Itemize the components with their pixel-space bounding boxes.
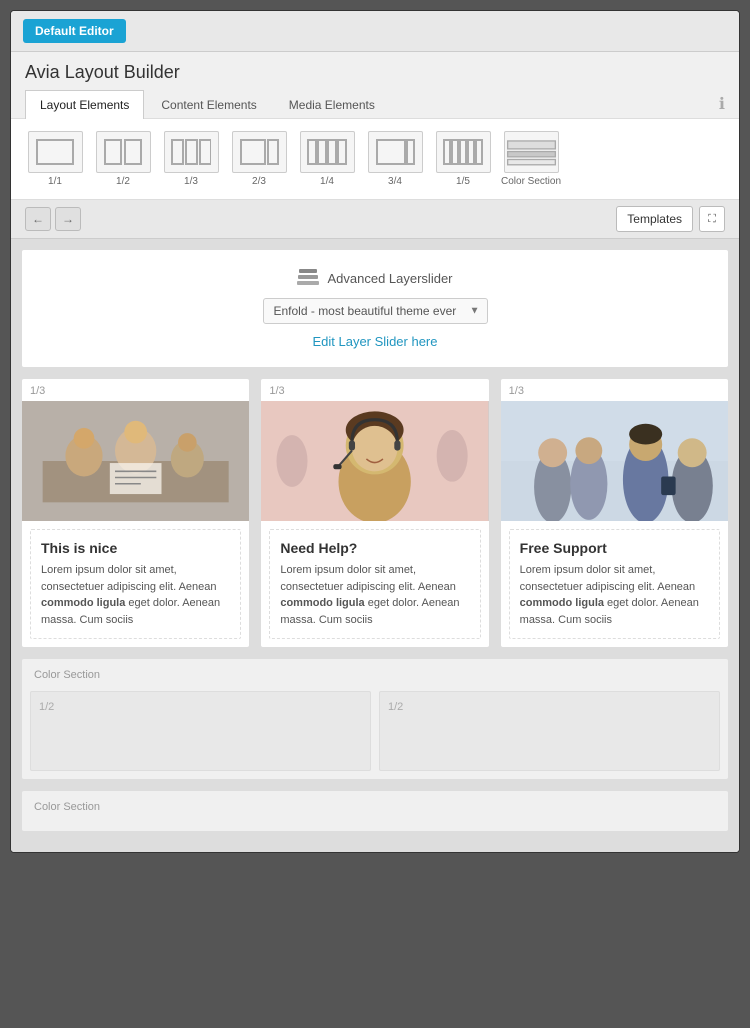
edit-layer-slider-link[interactable]: Edit Layer Slider here [312,334,437,349]
element-1-1-label: 1/1 [48,176,62,187]
tab-layout-elements[interactable]: Layout Elements [25,90,144,119]
col-2-text-area: Need Help? Lorem ipsum dolor sit amet, c… [269,529,480,639]
color-section-1-label: Color Section [30,667,720,683]
col-1-label: 1/3 [22,379,249,401]
col-1-image [22,401,249,521]
builder-title: Avia Layout Builder [11,52,739,89]
tab-media-elements[interactable]: Media Elements [274,90,390,119]
element-1-2-label: 1/2 [116,176,130,187]
element-1-1[interactable]: 1/1 [25,131,85,187]
element-2-3[interactable]: 2/3 [229,131,289,187]
element-1-4-icon [300,131,355,173]
col-3-title: Free Support [520,540,709,556]
als-header: Advanced Layerslider [42,268,708,288]
element-1-3-label: 1/3 [184,176,198,187]
element-1-5-icon [436,131,491,173]
element-1-5-label: 1/5 [456,176,470,187]
element-3-4-label: 3/4 [388,176,402,187]
col-2-title: Need Help? [280,540,469,556]
redo-button[interactable]: → [55,207,81,231]
element-1-3[interactable]: 1/3 [161,131,221,187]
col-1-text-area: This is nice Lorem ipsum dolor sit amet,… [30,529,241,639]
element-1-4[interactable]: 1/4 [297,131,357,187]
element-1-2-icon [96,131,151,173]
col-1-body: Lorem ipsum dolor sit amet, consectetuer… [41,562,230,628]
expand-button[interactable]: ⛶ [699,206,725,232]
color-section-2: Color Section [21,790,729,832]
element-2-3-label: 2/3 [252,176,266,187]
color-section-1-col-2-label: 1/2 [388,701,403,713]
layerslider-section: Advanced Layerslider Enfold - most beaut… [21,249,729,368]
col-2-label: 1/3 [261,379,488,401]
col-1-title: This is nice [41,540,230,556]
templates-button[interactable]: Templates [616,206,693,232]
color-section-1: Color Section 1/2 1/2 [21,658,729,780]
layerslider-select[interactable]: Enfold - most beautiful theme ever [263,298,488,324]
col-3-body: Lorem ipsum dolor sit amet, consectetuer… [520,562,709,628]
element-1-4-label: 1/4 [320,176,334,187]
element-color-section-icon [504,131,559,173]
als-select-wrapper: Enfold - most beautiful theme ever ▼ [263,298,488,324]
element-1-1-icon [28,131,83,173]
col-2-image [261,401,488,521]
col-3-image [501,401,728,521]
column-card-3: 1/3 [500,378,729,648]
tabs-row: Layout Elements Content Elements Media E… [11,89,739,119]
col-3-image-svg [501,401,728,521]
layerslider-icon [297,268,319,288]
column-card-2: 1/3 [260,378,489,648]
element-1-5[interactable]: 1/5 [433,131,493,187]
als-edit-link-container: Edit Layer Slider here [42,334,708,349]
toolbar-right: Templates ⛶ [616,206,725,232]
undo-button[interactable]: ← [25,207,51,231]
color-section-1-col-2: 1/2 [379,691,720,771]
col-2-body: Lorem ipsum dolor sit amet, consectetuer… [280,562,469,628]
col-3-label: 1/3 [501,379,728,401]
elements-bar: 1/1 1/2 1/3 2/3 1/4 [11,119,739,200]
canvas: Advanced Layerslider Enfold - most beaut… [11,239,739,852]
als-dropdown-wrapper: Enfold - most beautiful theme ever ▼ [42,298,708,324]
element-color-section[interactable]: Color Section [501,131,561,187]
main-window: Default Editor Avia Layout Builder Layou… [10,10,740,853]
col-2-image-svg [261,401,488,521]
default-editor-button[interactable]: Default Editor [23,19,126,43]
color-section-2-label: Color Section [30,799,720,815]
element-3-4-icon [368,131,423,173]
top-bar: Default Editor [11,11,739,52]
col-1-image-svg [22,401,249,521]
color-section-1-col-1: 1/2 [30,691,371,771]
element-1-3-icon [164,131,219,173]
element-1-2[interactable]: 1/2 [93,131,153,187]
info-icon[interactable]: ℹ [719,94,725,114]
history-buttons: ← → [25,207,81,231]
element-3-4[interactable]: 3/4 [365,131,425,187]
three-column-section: 1/3 [21,378,729,648]
column-card-1: 1/3 [21,378,250,648]
element-2-3-icon [232,131,287,173]
als-title: Advanced Layerslider [327,271,452,286]
col-3-text-area: Free Support Lorem ipsum dolor sit amet,… [509,529,720,639]
color-section-1-col-1-label: 1/2 [39,701,54,713]
color-section-1-cols: 1/2 1/2 [30,691,720,771]
toolbar-row: ← → Templates ⛶ [11,200,739,239]
element-color-section-label: Color Section [501,176,561,187]
tab-content-elements[interactable]: Content Elements [146,90,271,119]
